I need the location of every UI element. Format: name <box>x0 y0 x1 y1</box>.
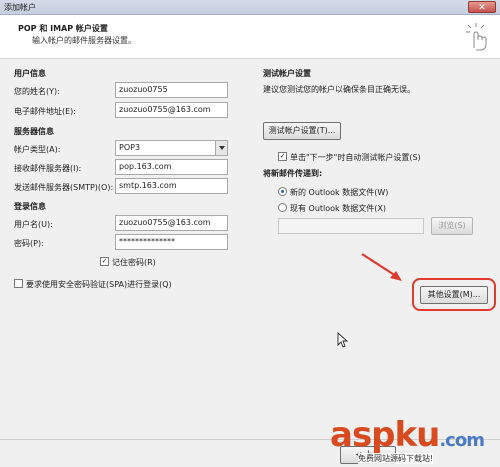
auto-test-label: 单击"下一步"时自动测试帐户设置(S) <box>290 153 421 162</box>
test-account-settings-button[interactable]: 测试帐户设置(T)... <box>263 122 341 140</box>
watermark-logo: aspku.com <box>330 415 485 455</box>
spa-label: 要求使用安全密码验证(SPA)进行登录(Q) <box>26 280 172 289</box>
remember-password-checkbox[interactable]: ✓ <box>100 257 109 266</box>
auto-test-checkbox[interactable]: ✓ <box>278 152 287 161</box>
title-bar: 添加帐户 ✕ <box>0 0 500 15</box>
name-label: 您的姓名(Y): <box>14 87 60 96</box>
spa-checkbox[interactable] <box>14 279 23 288</box>
header-title: POP 和 IMAP 帐户设置 <box>18 24 108 33</box>
window-title: 添加帐户 <box>4 3 36 12</box>
outgoing-server-field[interactable]: smtp.163.com <box>115 178 228 194</box>
browse-button[interactable]: 浏览(S) <box>431 217 473 235</box>
email-label: 电子邮件地址(E): <box>14 107 76 116</box>
login-info-heading: 登录信息 <box>14 202 46 211</box>
mouse-pointer-icon <box>337 332 349 348</box>
username-field[interactable]: zuozuo0755@163.com <box>115 215 228 231</box>
account-type-value: POP3 <box>119 143 141 152</box>
incoming-server-label: 接收邮件服务器(I): <box>14 164 82 173</box>
aspku-watermark: aspku.com 免费网站源码下载站! <box>330 415 500 467</box>
dialog-header: POP 和 IMAP 帐户设置 输入帐户的邮件服务器设置。 <box>0 15 500 59</box>
username-label: 用户名(U): <box>14 220 53 229</box>
user-info-heading: 用户信息 <box>14 69 46 78</box>
close-button[interactable]: ✕ <box>468 1 496 13</box>
existing-data-file-radio[interactable] <box>278 203 287 212</box>
password-label: 密码(P): <box>14 239 44 248</box>
new-data-file-label: 新的 Outlook 数据文件(W) <box>290 188 389 197</box>
server-info-heading: 服务器信息 <box>14 127 54 136</box>
outgoing-server-label: 发送邮件服务器(SMTP)(O): <box>14 183 114 192</box>
test-settings-description: 建议您测试您的帐户以确保条目正确无误。 <box>263 85 415 94</box>
account-type-label: 帐户类型(A): <box>14 145 61 154</box>
name-field[interactable]: zuozuo0755 <box>115 82 228 98</box>
red-arrow-annotation-icon <box>361 253 402 281</box>
delivery-heading: 将新邮件传递到: <box>263 169 323 178</box>
password-field[interactable]: ************** <box>115 234 228 250</box>
add-account-dialog: 添加帐户 ✕ POP 和 IMAP 帐户设置 输入帐户的邮件服务器设置。 用户信… <box>0 0 500 467</box>
remember-password-label: 记住密码(R) <box>112 258 156 267</box>
new-data-file-radio[interactable] <box>278 187 287 196</box>
chevron-down-icon <box>215 141 227 155</box>
incoming-server-field[interactable]: pop.163.com <box>115 159 228 175</box>
test-settings-heading: 测试帐户设置 <box>263 69 311 78</box>
existing-data-file-label: 现有 Outlook 数据文件(X) <box>290 204 386 213</box>
email-field[interactable]: zuozuo0755@163.com <box>115 102 228 118</box>
data-file-path-field[interactable] <box>278 218 424 234</box>
watermark-brand: aspku <box>330 415 440 455</box>
account-type-select[interactable]: POP3 <box>115 140 228 156</box>
hand-cursor-icon <box>466 23 487 51</box>
watermark-brand-suffix: .com <box>439 430 485 451</box>
header-subtitle: 输入帐户的邮件服务器设置。 <box>32 36 136 45</box>
watermark-tagline: 免费网站源码下载站! <box>358 453 434 464</box>
more-settings-button[interactable]: 其他设置(M)... <box>420 286 488 304</box>
